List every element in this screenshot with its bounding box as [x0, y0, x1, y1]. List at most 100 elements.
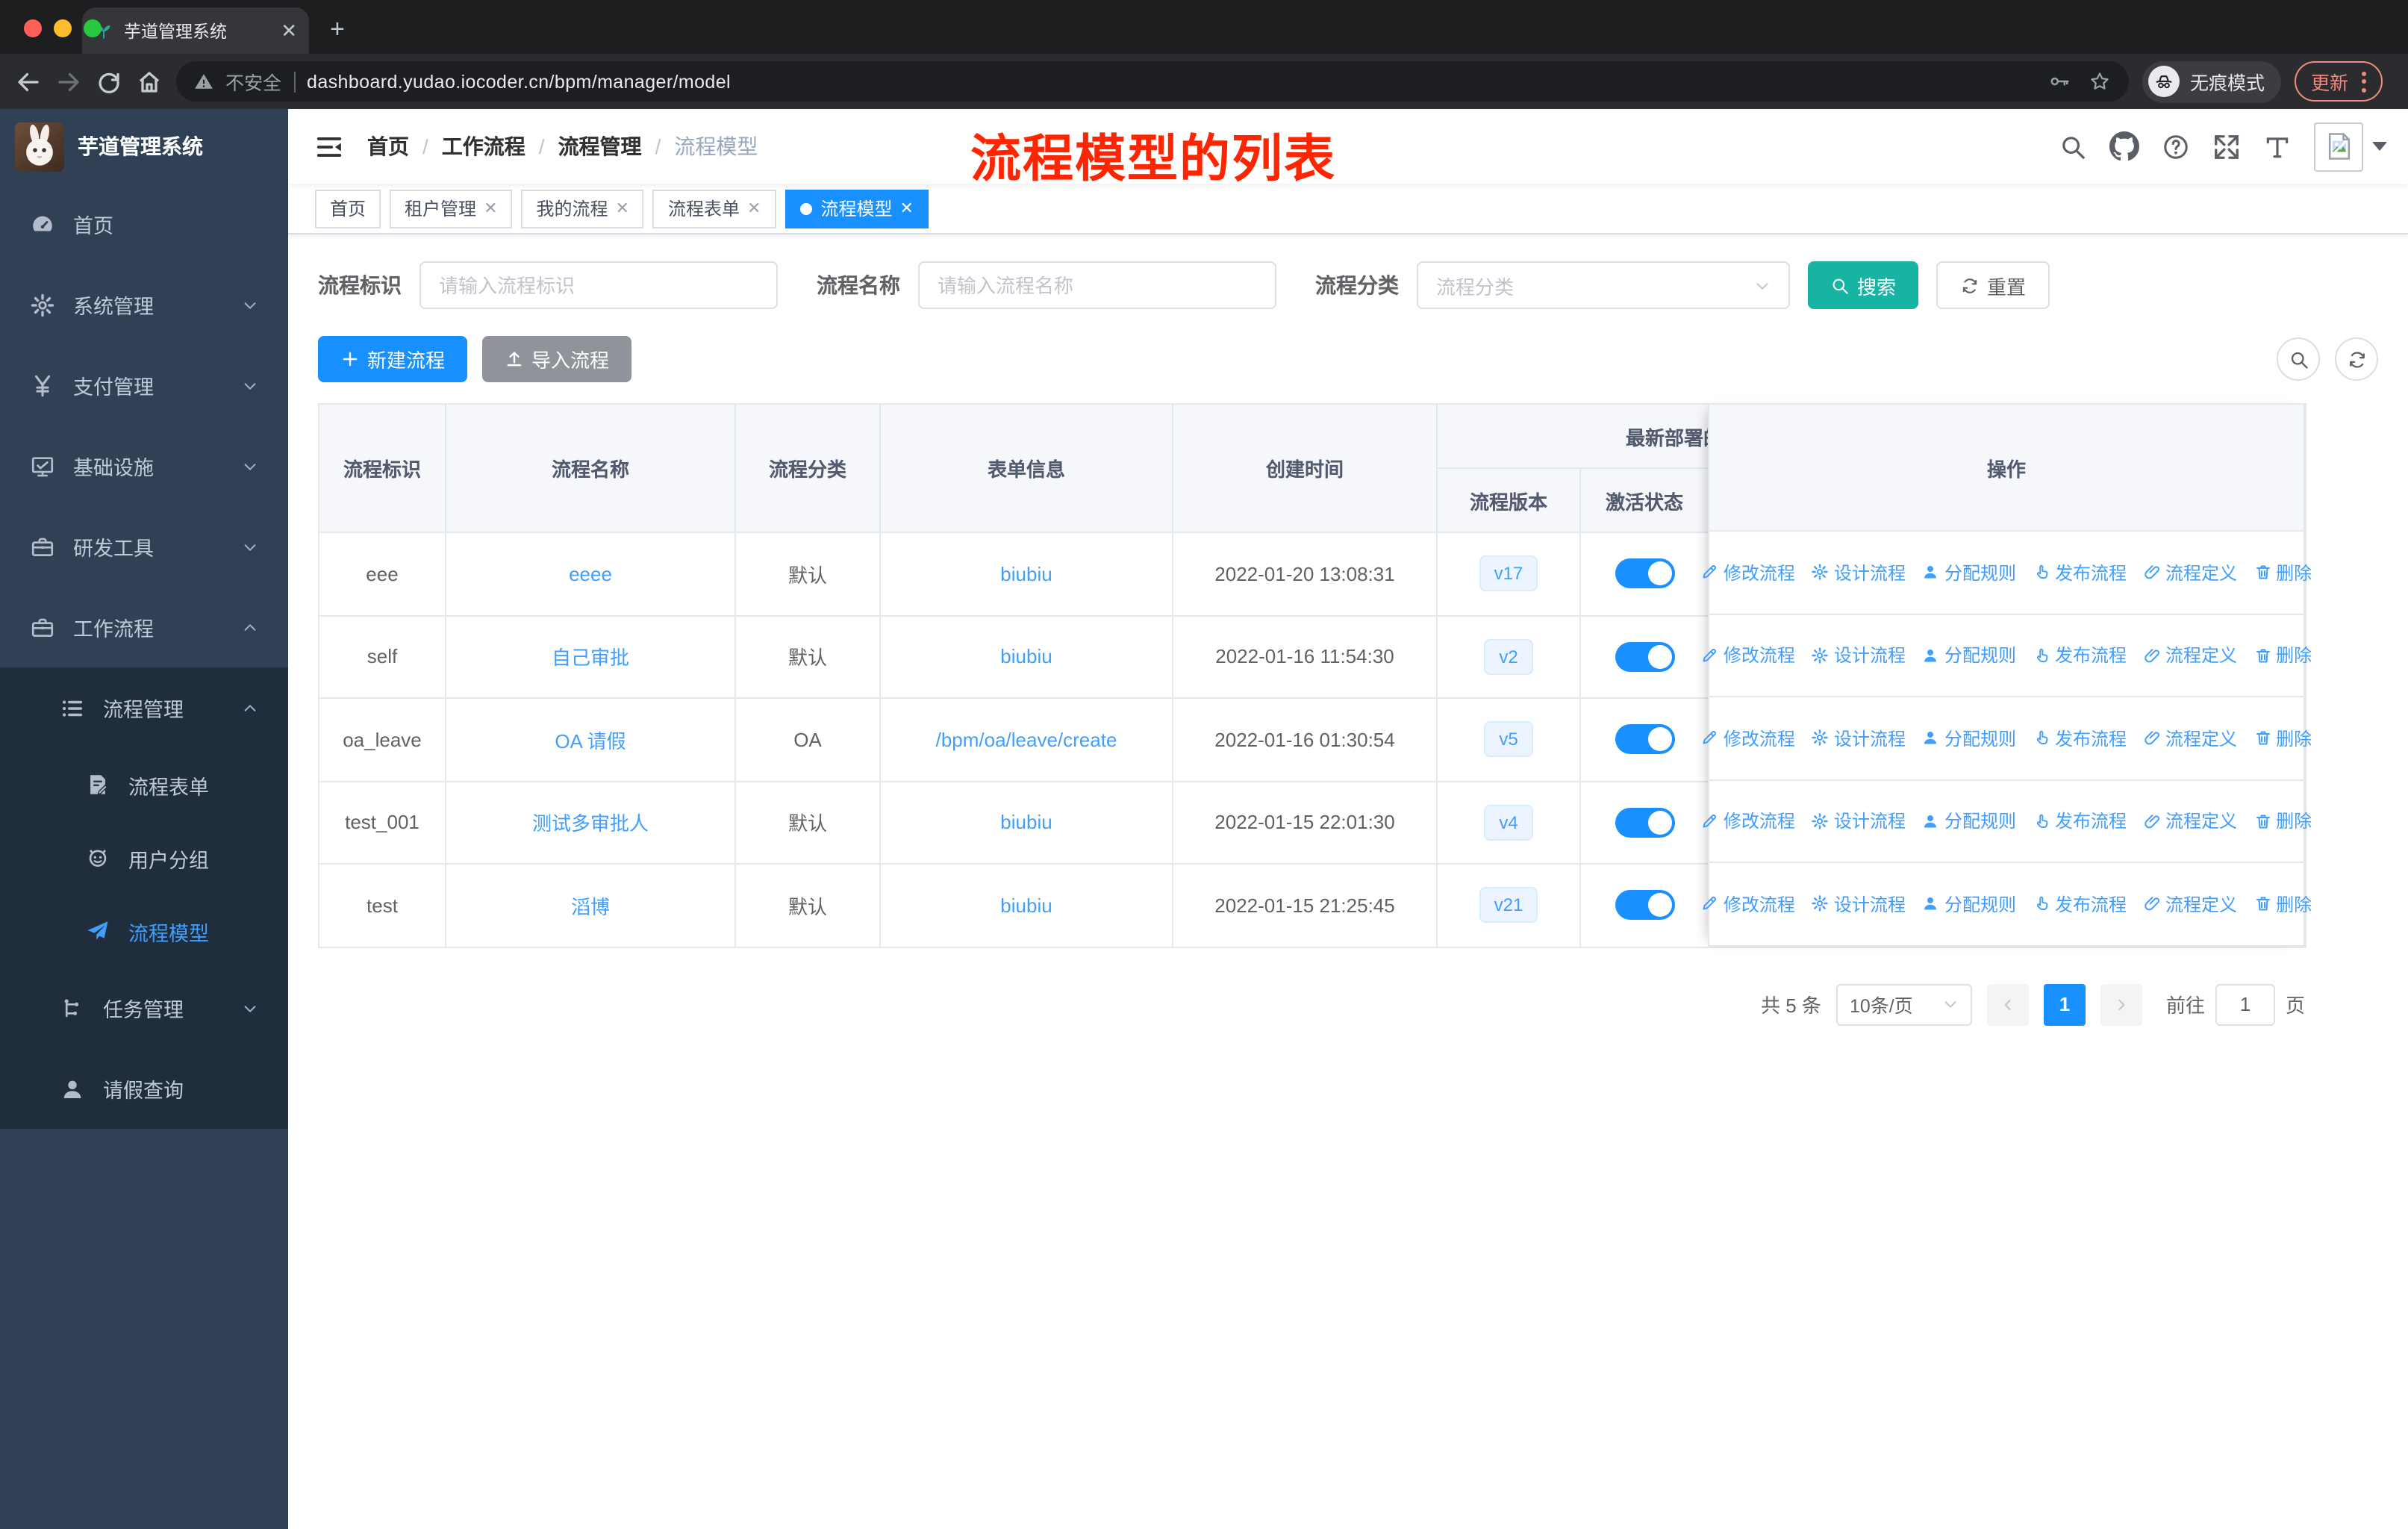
home-icon[interactable]	[136, 68, 163, 95]
process-definition-link[interactable]: 流程定义	[2143, 560, 2237, 585]
version-badge[interactable]: v2	[1484, 638, 1533, 675]
prev-page-button[interactable]	[1986, 983, 2029, 1025]
back-icon[interactable]	[15, 68, 42, 95]
sidebar-item-leave-query[interactable]: 请假查询	[0, 1048, 288, 1129]
browser-menu-icon[interactable]	[2362, 71, 2367, 92]
process-name-link[interactable]: 滔博	[445, 863, 736, 947]
address-bar[interactable]: 不安全 dashboard.yudao.iocoder.cn/bpm/manag…	[176, 61, 2129, 102]
delete-process-link[interactable]: 删除	[2253, 643, 2312, 668]
process-definition-link[interactable]: 流程定义	[2143, 726, 2237, 751]
tag-close-icon[interactable]: ✕	[899, 199, 913, 218]
delete-process-link[interactable]: 删除	[2253, 726, 2312, 751]
process-definition-link[interactable]: 流程定义	[2143, 809, 2237, 834]
search-button[interactable]: 搜索	[1808, 261, 1919, 309]
active-toggle[interactable]	[1615, 641, 1674, 672]
sidebar-item-process-mgmt[interactable]: 流程管理	[0, 667, 288, 748]
bookmark-star-icon[interactable]	[2089, 70, 2111, 93]
next-page-button[interactable]	[2100, 983, 2142, 1025]
assign-rule-link[interactable]: 分配规则	[1922, 726, 2016, 751]
delete-process-link[interactable]: 删除	[2253, 809, 2312, 834]
form-info-link[interactable]: biubiu	[879, 780, 1173, 865]
process-name-link[interactable]: 自己审批	[445, 614, 736, 699]
process-name-link[interactable]: eeee	[445, 532, 736, 616]
search-icon[interactable]	[2059, 132, 2087, 161]
modify-process-link[interactable]: 修改流程	[1701, 726, 1795, 751]
tag-close-icon[interactable]: ✕	[616, 199, 629, 218]
user-avatar-menu[interactable]	[2314, 122, 2387, 171]
sidebar-item-process-form[interactable]: 流程表单	[0, 748, 288, 821]
publish-process-link[interactable]: 发布流程	[2033, 891, 2127, 917]
assign-rule-link[interactable]: 分配规则	[1922, 809, 2016, 834]
goto-page-input[interactable]	[2215, 983, 2275, 1025]
browser-tab[interactable]: 芋道管理系统 ✕	[82, 7, 309, 54]
design-process-link[interactable]: 设计流程	[1812, 891, 1906, 917]
version-badge[interactable]: v5	[1484, 721, 1533, 758]
design-process-link[interactable]: 设计流程	[1812, 809, 1906, 834]
delete-process-link[interactable]: 删除	[2253, 891, 2312, 917]
process-definition-link[interactable]: 流程定义	[2143, 643, 2237, 668]
modify-process-link[interactable]: 修改流程	[1701, 809, 1795, 834]
modify-process-link[interactable]: 修改流程	[1701, 643, 1795, 668]
font-size-icon[interactable]	[2263, 132, 2292, 161]
sidebar-item-payment[interactable]: 支付管理	[0, 345, 288, 426]
sidebar-item-user-group[interactable]: 用户分组	[0, 821, 288, 894]
process-key-input[interactable]	[419, 261, 778, 309]
sidebar-fold-icon[interactable]	[315, 132, 343, 161]
tag-process-form[interactable]: 流程表单 ✕	[652, 189, 776, 228]
assign-rule-link[interactable]: 分配规则	[1922, 560, 2016, 585]
new-tab-button[interactable]: +	[330, 15, 345, 45]
reload-icon[interactable]	[96, 68, 122, 95]
refresh-table-button[interactable]	[2335, 337, 2378, 381]
publish-process-link[interactable]: 发布流程	[2033, 560, 2127, 585]
help-icon[interactable]	[2162, 132, 2190, 161]
active-toggle[interactable]	[1615, 890, 1674, 921]
form-info-link[interactable]: biubiu	[879, 863, 1173, 947]
tag-process-model[interactable]: 流程模型 ✕	[785, 189, 929, 228]
form-info-link[interactable]: biubiu	[879, 614, 1173, 699]
page-number-button[interactable]: 1	[2043, 983, 2086, 1025]
delete-process-link[interactable]: 删除	[2253, 560, 2312, 585]
active-toggle[interactable]	[1615, 724, 1674, 755]
browser-update-button[interactable]: 更新	[2295, 61, 2383, 102]
sidebar-item-workflow[interactable]: 工作流程	[0, 587, 288, 667]
design-process-link[interactable]: 设计流程	[1812, 560, 1906, 585]
process-name-link[interactable]: 测试多审批人	[445, 780, 736, 865]
reset-button[interactable]: 重置	[1936, 261, 2050, 309]
sidebar-item-system[interactable]: 系统管理	[0, 264, 288, 345]
process-definition-link[interactable]: 流程定义	[2143, 891, 2237, 917]
sidebar-item-infra[interactable]: 基础设施	[0, 426, 288, 506]
assign-rule-link[interactable]: 分配规则	[1922, 891, 2016, 917]
sidebar-item-devtools[interactable]: 研发工具	[0, 506, 288, 587]
window-close-button[interactable]	[24, 19, 42, 37]
process-name-link[interactable]: OA 请假	[445, 697, 736, 782]
security-label[interactable]: 不安全	[225, 67, 281, 96]
sidebar-item-home[interactable]: 首页	[0, 184, 288, 264]
password-key-icon[interactable]	[2048, 70, 2071, 93]
breadcrumb-item[interactable]: 首页	[367, 131, 409, 161]
breadcrumb-item[interactable]: 工作流程	[442, 131, 525, 161]
modify-process-link[interactable]: 修改流程	[1701, 891, 1795, 917]
create-process-button[interactable]: 新建流程	[318, 336, 468, 382]
import-process-button[interactable]: 导入流程	[482, 336, 632, 382]
design-process-link[interactable]: 设计流程	[1812, 643, 1906, 668]
fullscreen-icon[interactable]	[2212, 132, 2241, 161]
design-process-link[interactable]: 设计流程	[1812, 726, 1906, 751]
sidebar-item-task-mgmt[interactable]: 任务管理	[0, 968, 288, 1048]
tag-close-icon[interactable]: ✕	[484, 199, 497, 218]
version-badge[interactable]: v17	[1479, 555, 1538, 592]
tag-close-icon[interactable]: ✕	[747, 199, 761, 218]
page-size-select[interactable]: 10条/页	[1835, 983, 1972, 1025]
publish-process-link[interactable]: 发布流程	[2033, 726, 2127, 751]
breadcrumb-item[interactable]: 流程管理	[558, 131, 642, 161]
assign-rule-link[interactable]: 分配规则	[1922, 643, 2016, 668]
modify-process-link[interactable]: 修改流程	[1701, 560, 1795, 585]
tag-my-process[interactable]: 我的流程 ✕	[521, 189, 644, 228]
forward-icon[interactable]	[55, 68, 82, 95]
github-icon[interactable]	[2109, 131, 2139, 161]
publish-process-link[interactable]: 发布流程	[2033, 643, 2127, 668]
active-toggle[interactable]	[1615, 807, 1674, 838]
tag-tenant[interactable]: 租户管理 ✕	[390, 189, 513, 228]
category-select[interactable]: 流程分类	[1417, 261, 1790, 309]
version-badge[interactable]: v21	[1479, 887, 1538, 924]
sidebar-item-process-model[interactable]: 流程模型	[0, 894, 288, 968]
